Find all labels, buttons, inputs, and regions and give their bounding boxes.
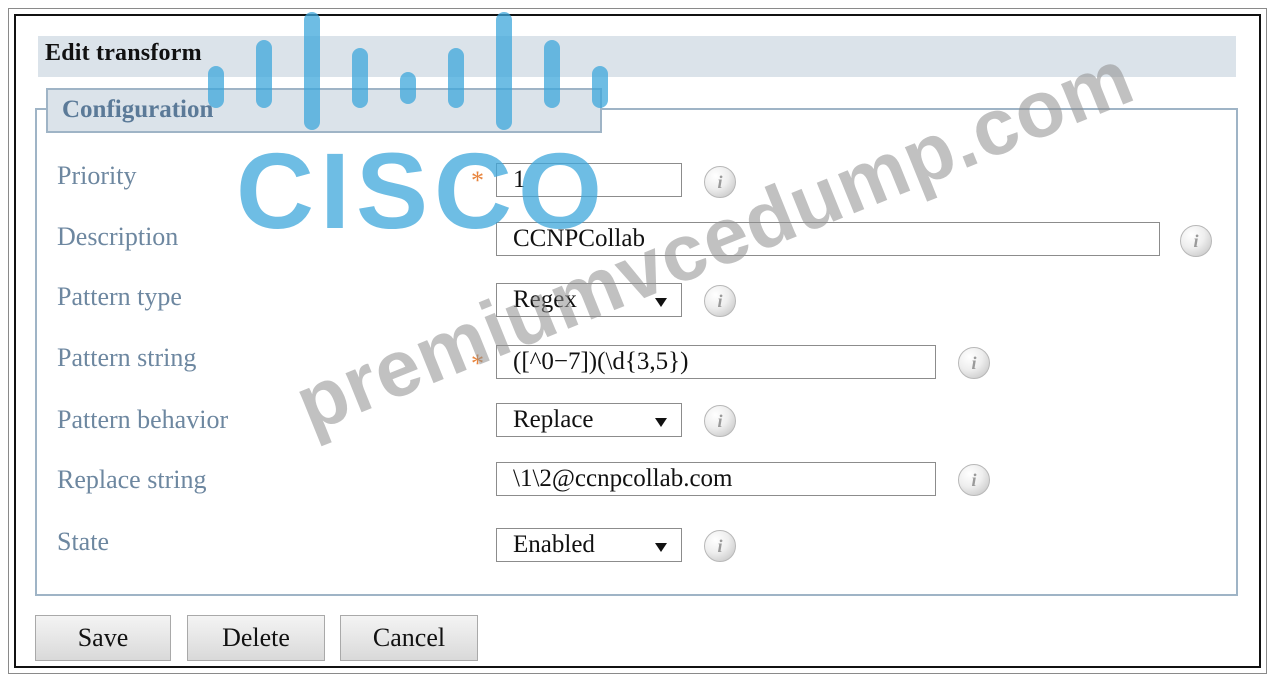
- cancel-button[interactable]: Cancel: [340, 615, 478, 661]
- state-value: Enabled: [513, 531, 595, 558]
- pattern-behavior-label: Pattern behavior: [57, 405, 229, 434]
- pattern-behavior-value: Replace: [513, 406, 594, 433]
- pattern-string-label: Pattern string: [57, 343, 197, 372]
- priority-required-indicator: *: [471, 166, 484, 195]
- chevron-down-icon: [655, 543, 667, 552]
- pattern-string-info-icon[interactable]: i: [958, 347, 990, 379]
- replace-string-info-icon[interactable]: i: [958, 464, 990, 496]
- state-label: State: [57, 527, 109, 556]
- chevron-down-icon: [655, 418, 667, 427]
- state-select[interactable]: Enabled: [496, 528, 682, 562]
- description-info-icon[interactable]: i: [1180, 225, 1212, 257]
- configuration-legend-text: Configuration: [62, 96, 214, 123]
- pattern-behavior-info-icon[interactable]: i: [704, 405, 736, 437]
- pattern-type-select[interactable]: Regex: [496, 283, 682, 317]
- description-input[interactable]: CCNPCollab: [496, 222, 1160, 256]
- chevron-down-icon: [655, 298, 667, 307]
- description-label: Description: [57, 222, 179, 251]
- pattern-string-input[interactable]: ([^0−7])(\d{3,5}): [496, 345, 936, 379]
- pattern-type-info-icon[interactable]: i: [704, 285, 736, 317]
- replace-string-input[interactable]: \1\2@ccnpcollab.com: [496, 462, 936, 496]
- priority-info-icon[interactable]: i: [704, 166, 736, 198]
- header-bar: [38, 36, 1236, 77]
- pattern-type-value: Regex: [513, 286, 577, 313]
- priority-label: Priority: [57, 161, 137, 190]
- pattern-string-required-indicator: *: [471, 349, 484, 378]
- replace-string-label: Replace string: [57, 465, 207, 494]
- save-button[interactable]: Save: [35, 615, 171, 661]
- state-info-icon[interactable]: i: [704, 530, 736, 562]
- page-title: Edit transform: [45, 40, 202, 66]
- delete-button[interactable]: Delete: [187, 615, 325, 661]
- priority-input[interactable]: 1: [496, 163, 682, 197]
- pattern-type-label: Pattern type: [57, 282, 182, 311]
- pattern-behavior-select[interactable]: Replace: [496, 403, 682, 437]
